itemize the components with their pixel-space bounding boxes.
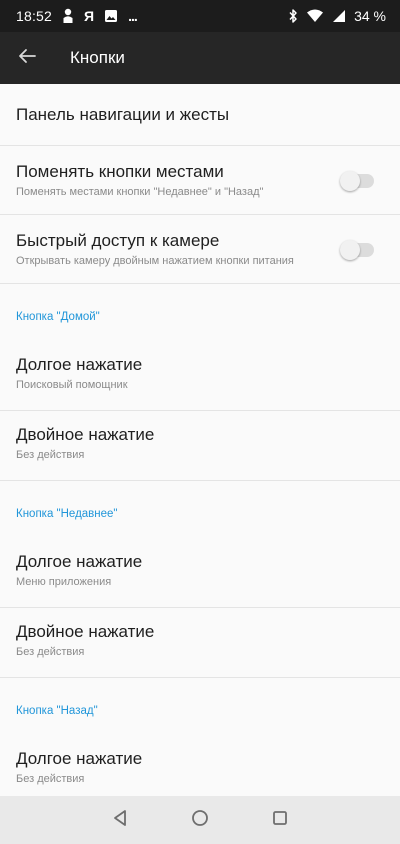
back-long-press-title: Долгое нажатие [16,749,143,768]
toggle-knob [340,240,360,260]
recents-long-press-title: Долгое нажатие [16,552,143,571]
signal-icon [332,9,346,23]
recents-button-section-header: Кнопка "Недавнее" [16,508,118,520]
screen: 18:52 Я ... 34 % Кнопки Панель навигации… [0,0,400,844]
back-button[interactable] [0,32,54,84]
camera-quick-access-item[interactable]: Быстрый доступ к камере Открывать камеру… [0,215,400,284]
app-bar: Кнопки [0,32,400,84]
camera-quick-access-toggle[interactable] [340,240,374,260]
wifi-icon [306,9,324,23]
home-button-section-header: Кнопка "Домой" [16,311,100,323]
home-double-tap-item[interactable]: Двойное нажатие Без действия [0,411,400,481]
swap-buttons-toggle[interactable] [340,171,374,191]
toggle-knob [340,171,360,191]
recents-long-press-item[interactable]: Долгое нажатие Меню приложения [0,538,400,608]
home-long-press-value: Поисковый помощник [16,379,128,391]
nav-recents-icon [272,810,288,831]
bluetooth-icon [288,8,298,24]
back-long-press-value: Без действия [16,773,85,785]
home-double-tap-value: Без действия [16,449,85,461]
nav-back-icon [112,809,128,832]
back-long-press-item[interactable]: Долгое нажатие Без действия [0,735,400,805]
home-double-tap-title: Двойное нажатие [16,425,155,444]
recents-double-tap-title: Двойное нажатие [16,622,155,641]
camera-quick-access-subtitle: Открывать камеру двойным нажатием кнопки… [16,255,294,267]
more-notifications: ... [128,8,138,24]
nav-gestures-title: Панель навигации и жесты [16,104,230,124]
nav-recents-button[interactable] [240,796,320,844]
back-button-section-header: Кнопка "Назад" [16,705,98,717]
nav-home-icon [191,809,209,832]
yandex-notification-icon: Я [84,8,95,24]
status-bar-left: 18:52 Я ... [16,8,138,24]
home-long-press-item[interactable]: Долгое нажатие Поисковый помощник [0,341,400,411]
battery-text: 34 % [354,8,386,24]
recents-double-tap-item[interactable]: Двойное нажатие Без действия [0,608,400,678]
settings-list: Панель навигации и жесты Поменять кнопки… [0,84,400,805]
system-navigation-bar [0,796,400,844]
swap-buttons-subtitle: Поменять местами кнопки "Недавнее" и "На… [16,186,264,198]
back-arrow-icon [18,48,36,69]
swap-buttons-title: Поменять кнопки местами [16,162,224,181]
home-long-press-title: Долгое нажатие [16,355,143,374]
status-bar-right: 34 % [288,8,386,24]
page-title: Кнопки [70,48,125,67]
recents-long-press-value: Меню приложения [16,576,112,588]
nav-back-button[interactable] [80,796,160,844]
person-icon [62,8,74,24]
recents-double-tap-value: Без действия [16,646,85,658]
nav-home-button[interactable] [160,796,240,844]
status-time: 18:52 [16,8,53,24]
image-icon [104,9,118,23]
camera-quick-access-title: Быстрый доступ к камере [16,231,220,250]
nav-gestures-item[interactable]: Панель навигации и жесты [0,84,400,146]
swap-buttons-item[interactable]: Поменять кнопки местами Поменять местами… [0,146,400,215]
status-bar: 18:52 Я ... 34 % [0,0,400,32]
